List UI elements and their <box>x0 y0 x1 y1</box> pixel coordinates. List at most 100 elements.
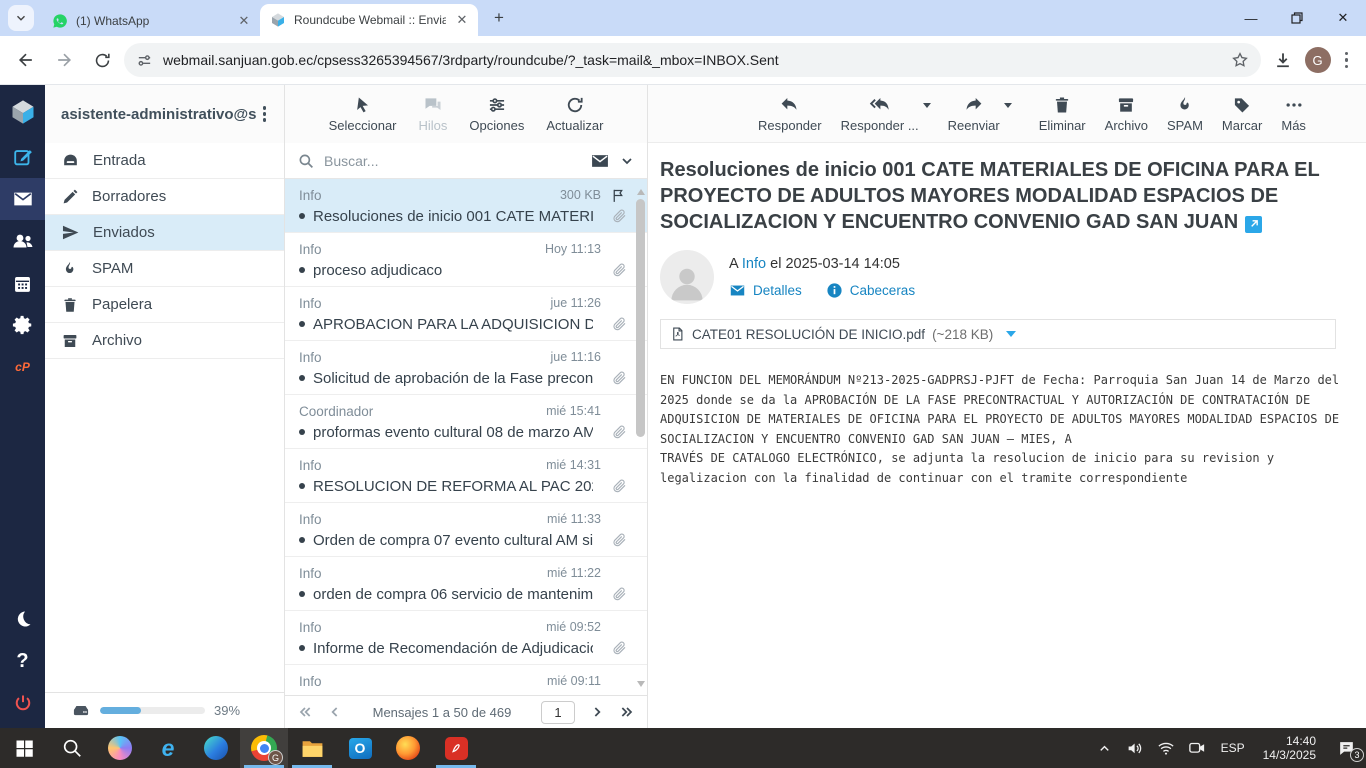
start-button[interactable] <box>0 728 48 768</box>
search-input[interactable] <box>324 153 581 169</box>
minimize-button[interactable]: — <box>1228 0 1274 36</box>
meet-now-button[interactable] <box>1182 728 1213 768</box>
taskbar-firefox-button[interactable] <box>384 728 432 768</box>
list-item[interactable]: Infojue 11:16 Solicitud de aprobación de… <box>285 341 647 395</box>
sidebar-item-borradores[interactable]: Borradores <box>45 179 284 215</box>
select-button[interactable]: Seleccionar <box>329 95 397 133</box>
options-button[interactable]: Opciones <box>469 95 524 133</box>
edge-icon <box>204 736 228 760</box>
taskbar-acrobat-button[interactable] <box>432 728 480 768</box>
search-scope-mail-icon[interactable] <box>590 151 610 171</box>
new-tab-button[interactable]: + <box>486 5 512 31</box>
bookmark-star-icon[interactable] <box>1231 51 1249 69</box>
list-item[interactable]: Infomié 14:31 RESOLUCION DE REFORMA AL P… <box>285 449 647 503</box>
sidebar-item-enviados[interactable]: Enviados <box>45 215 284 251</box>
flag-icon[interactable] <box>610 187 627 204</box>
reply-all-button[interactable]: Responder ... <box>841 94 919 133</box>
scrollbar-thumb[interactable] <box>636 199 645 437</box>
prev-page-button[interactable] <box>327 704 343 720</box>
unread-dot <box>299 267 305 273</box>
help-button[interactable]: ? <box>0 640 45 682</box>
row-meta: mié 15:41 <box>546 404 601 418</box>
reload-button[interactable] <box>86 44 118 76</box>
list-item[interactable]: Infojue 11:26 APROBACION PARA LA ADQUISI… <box>285 287 647 341</box>
wifi-button[interactable] <box>1151 728 1182 768</box>
search-icon <box>297 152 315 170</box>
downloads-button[interactable] <box>1267 44 1299 76</box>
taskbar-edge-button[interactable] <box>192 728 240 768</box>
taskbar-outlook-button[interactable]: O <box>336 728 384 768</box>
rail-calendar-button[interactable] <box>0 262 45 304</box>
threads-button[interactable]: Hilos <box>419 95 448 133</box>
details-toggle[interactable]: Detalles <box>753 283 802 298</box>
back-button[interactable] <box>10 44 42 76</box>
sidebar-item-papelera[interactable]: Papelera <box>45 287 284 323</box>
forward-button[interactable] <box>48 44 80 76</box>
close-window-button[interactable]: ✕ <box>1320 0 1366 36</box>
address-bar[interactable]: webmail.sanjuan.gob.ec/cpsess3265394567/… <box>124 43 1261 77</box>
recipient-link[interactable]: Info <box>742 256 766 272</box>
taskbar-copilot-button[interactable] <box>96 728 144 768</box>
notification-center-button[interactable]: 3 <box>1326 728 1366 768</box>
dark-mode-button[interactable] <box>0 598 45 640</box>
taskbar-search-button[interactable] <box>48 728 96 768</box>
delete-button[interactable]: Eliminar <box>1039 95 1086 133</box>
open-in-new-window-icon[interactable] <box>1245 216 1262 233</box>
tab-roundcube[interactable]: Roundcube Webmail :: Enviados ✕ <box>260 4 478 36</box>
headers-toggle[interactable]: Cabeceras <box>850 283 915 298</box>
rail-settings-button[interactable] <box>0 304 45 346</box>
folder-label: Entrada <box>93 152 146 169</box>
taskbar-ie-button[interactable]: e <box>144 728 192 768</box>
rail-contacts-button[interactable] <box>0 220 45 262</box>
account-menu-button[interactable] <box>257 102 273 126</box>
reply-all-caret-icon[interactable] <box>923 103 931 108</box>
language-indicator[interactable]: ESP <box>1213 741 1253 755</box>
list-item[interactable]: Coordinadormié 15:41 proformas evento cu… <box>285 395 647 449</box>
list-item[interactable]: Info300 KB Resoluciones de inicio 001 CA… <box>285 179 647 233</box>
search-options-chevron-icon[interactable] <box>619 153 635 169</box>
refresh-button[interactable]: Actualizar <box>546 95 603 133</box>
profile-avatar[interactable]: G <box>1305 47 1331 73</box>
list-item[interactable]: Infomié 11:22 orden de compra 06 servici… <box>285 557 647 611</box>
taskbar-file-explorer-button[interactable] <box>288 728 336 768</box>
next-page-button[interactable] <box>589 704 605 720</box>
page-number-input[interactable] <box>541 701 575 724</box>
scroll-down-arrow[interactable] <box>637 681 645 687</box>
spam-button[interactable]: SPAM <box>1167 95 1203 133</box>
list-item[interactable]: InfoHoy 11:13 proceso adjudicaco <box>285 233 647 287</box>
scroll-up-arrow[interactable] <box>637 189 645 195</box>
browser-menu-button[interactable] <box>1337 52 1357 69</box>
tab-whatsapp[interactable]: (1) WhatsApp ✕ <box>42 6 260 36</box>
tab-close-icon[interactable]: ✕ <box>236 13 252 29</box>
taskbar-chrome-button[interactable]: G <box>240 728 288 768</box>
mark-button[interactable]: Marcar <box>1222 95 1262 133</box>
tab-search-button[interactable] <box>8 5 34 31</box>
volume-button[interactable] <box>1120 728 1151 768</box>
restore-button[interactable] <box>1274 0 1320 36</box>
list-scrollbar[interactable] <box>636 189 645 437</box>
attachment-row[interactable]: CATE01 RESOLUCIÓN DE INICIO.pdf (~218 KB… <box>660 319 1336 349</box>
reply-button[interactable]: Responder <box>758 94 822 133</box>
first-page-button[interactable] <box>297 704 313 720</box>
logout-button[interactable] <box>0 682 45 724</box>
tray-expand-button[interactable] <box>1089 728 1120 768</box>
rail-cpanel-button[interactable]: cP <box>0 346 45 388</box>
sidebar-item-entrada[interactable]: Entrada <box>45 143 284 179</box>
tab-close-icon[interactable]: ✕ <box>454 12 470 28</box>
compose-button[interactable] <box>0 136 45 178</box>
row-subject: APROBACION PARA LA ADQUISICION DE M... <box>313 316 593 333</box>
list-item[interactable]: Infomié 11:33 Orden de compra 07 evento … <box>285 503 647 557</box>
taskbar-clock[interactable]: 14:40 14/3/2025 <box>1253 734 1326 762</box>
forward-caret-icon[interactable] <box>1004 103 1012 108</box>
archive-button[interactable]: Archivo <box>1105 95 1148 133</box>
rail-mail-button[interactable] <box>0 178 45 220</box>
last-page-button[interactable] <box>619 704 635 720</box>
sidebar-item-spam[interactable]: SPAM <box>45 251 284 287</box>
sidebar-item-archivo[interactable]: Archivo <box>45 323 284 359</box>
site-info-icon[interactable] <box>136 52 153 69</box>
list-item[interactable]: Infomié 09:52 Informe de Recomendación d… <box>285 611 647 665</box>
attachment-menu-caret-icon[interactable] <box>1006 331 1016 337</box>
forward-button[interactable]: Reenviar <box>948 94 1000 133</box>
more-button[interactable]: Más <box>1281 95 1306 133</box>
list-item[interactable]: Infomié 09:11 <box>285 665 647 695</box>
